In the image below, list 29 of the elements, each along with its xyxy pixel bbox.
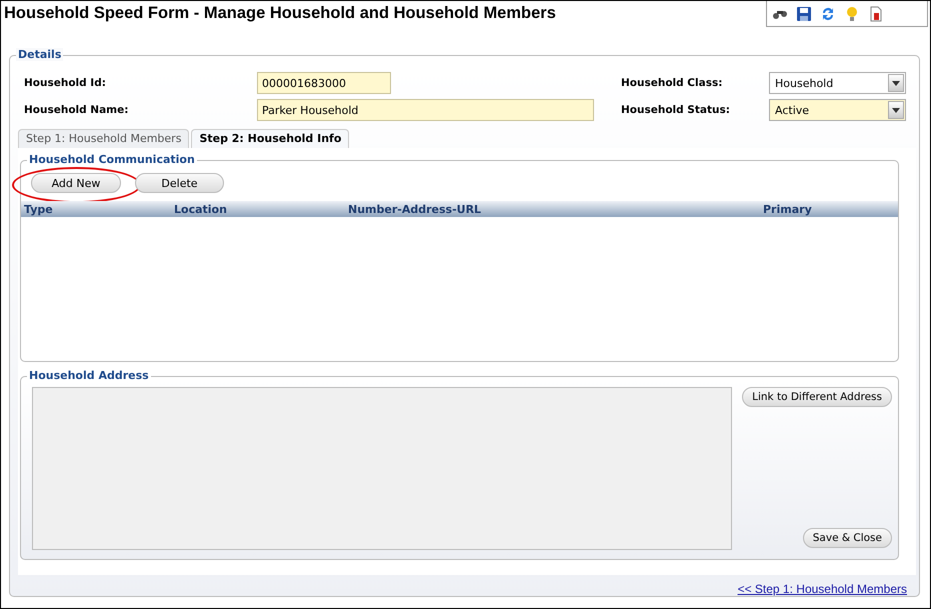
button[interactable]: Link to Different Address [742, 387, 892, 407]
section-legend: Household Communication [27, 153, 197, 166]
section-legend: Household Address [27, 369, 151, 382]
save-icon[interactable] [796, 6, 812, 22]
field-label: Household Id: [24, 77, 107, 89]
link[interactable]: << Step 1: Household Members [738, 582, 907, 596]
refresh-icon[interactable] [820, 6, 836, 22]
caret-icon[interactable] [892, 80, 900, 86]
window-title: Household Speed Form - Manage Household and Household Members [3, 3, 556, 23]
tab[interactable]: Step 1: Household Members [18, 129, 190, 148]
column-header[interactable]: Number-Address-URL [348, 202, 482, 216]
dropdown[interactable]: Active [769, 99, 906, 121]
button[interactable]: Delete [135, 173, 224, 193]
column-header[interactable]: Location [174, 202, 227, 216]
field-label: Household Status: [621, 104, 731, 116]
caret-icon[interactable] [892, 108, 900, 112]
section-legend: Details [16, 48, 64, 61]
field-label: Household Class: [621, 77, 724, 89]
dropdown[interactable]: Household [769, 72, 906, 94]
tab[interactable]: Step 2: Household Info [191, 129, 350, 148]
column-header[interactable]: Primary [763, 202, 812, 216]
button[interactable]: Add New [31, 173, 121, 193]
input-field[interactable]: 000001683000 [257, 72, 391, 94]
column-header[interactable]: Type [24, 202, 53, 216]
document-icon[interactable] [868, 6, 884, 22]
button[interactable]: Save & Close [802, 528, 892, 548]
field-label: Household Name: [24, 104, 130, 116]
lightbulb-icon[interactable] [844, 6, 860, 22]
input-field[interactable]: Parker Household [257, 99, 594, 121]
